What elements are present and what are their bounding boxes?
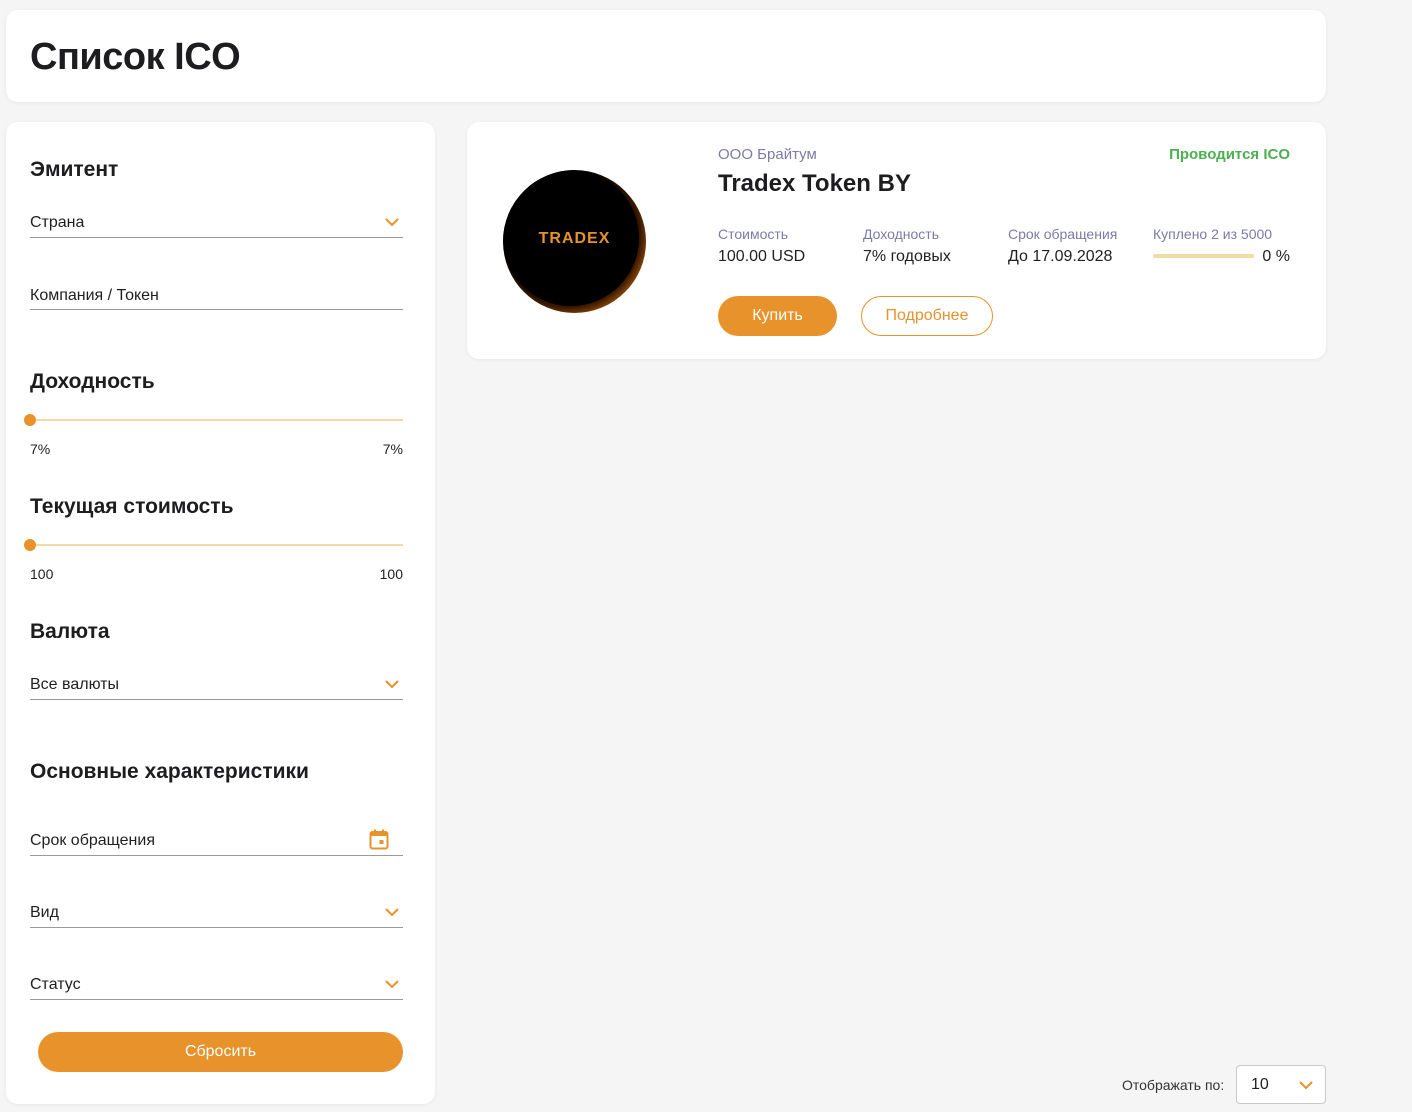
- page-title: Список ICO: [30, 36, 241, 78]
- country-select-label: Страна: [30, 214, 85, 231]
- filter-sidebar: Эмитент Страна Доходность 7% 7% Текущая …: [6, 122, 435, 1104]
- yield-section-title: Доходность: [30, 370, 155, 393]
- purchase-progress-label: Куплено 2 из 5000: [1153, 226, 1273, 242]
- progress-bar: [1153, 254, 1254, 258]
- metric-price-label: Стоимость: [718, 226, 789, 242]
- price-slider-handle[interactable]: [24, 539, 36, 551]
- token-logo: TRADEX: [503, 170, 646, 313]
- type-select-label: Вид: [30, 904, 59, 921]
- yield-slider[interactable]: [24, 413, 403, 427]
- price-slider[interactable]: [24, 538, 403, 552]
- type-select[interactable]: Вид: [30, 892, 403, 928]
- per-page-select[interactable]: 10: [1236, 1065, 1326, 1104]
- metric-price-value: 100.00 USD: [718, 248, 806, 265]
- buy-button[interactable]: Купить: [718, 296, 837, 336]
- yield-max-value: 7%: [382, 441, 403, 457]
- currency-select[interactable]: Все валюты: [30, 664, 403, 700]
- issuer-section-title: Эмитент: [30, 158, 119, 181]
- per-page-label: Отображать по:: [1122, 1077, 1225, 1093]
- term-date-label: Срок обращения: [30, 832, 155, 849]
- yield-slider-handle[interactable]: [24, 414, 36, 426]
- status-select-label: Статус: [30, 976, 81, 993]
- characteristics-section-title: Основные характеристики: [30, 760, 309, 783]
- metric-yield-value: 7% годовых: [863, 248, 951, 265]
- price-slider-track: [30, 544, 403, 546]
- currency-section-title: Валюта: [30, 620, 110, 643]
- currency-select-value: Все валюты: [30, 676, 120, 693]
- calendar-icon[interactable]: [369, 829, 389, 850]
- page-header: Список ICO: [6, 10, 1326, 102]
- price-max-value: 100: [379, 566, 403, 582]
- progress-percent: 0 %: [1262, 248, 1290, 265]
- company-token-field[interactable]: [30, 274, 403, 310]
- token-name: Tradex Token BY: [718, 170, 911, 197]
- token-logo-text: TRADEX: [538, 230, 611, 247]
- purchase-progress: Куплено 2 из 5000 0 %: [1153, 226, 1290, 265]
- term-date-field[interactable]: Срок обращения: [30, 820, 403, 856]
- status-select[interactable]: Статус: [30, 964, 403, 1000]
- metric-term-value: До 17.09.2028: [1008, 248, 1113, 265]
- metric-term: Срок обращения До 17.09.2028: [1008, 226, 1117, 266]
- metric-term-label: Срок обращения: [1008, 226, 1118, 242]
- reset-filters-button[interactable]: Сбросить: [38, 1032, 403, 1072]
- chevron-down-icon: [385, 680, 399, 689]
- company-token-input[interactable]: [30, 287, 403, 305]
- chevron-down-icon: [1299, 1081, 1313, 1090]
- yield-slider-track: [30, 419, 403, 421]
- metric-yield: Доходность 7% годовых: [863, 226, 951, 266]
- status-badge: Проводится ICO: [1169, 146, 1290, 163]
- chevron-down-icon: [385, 980, 399, 989]
- token-card: TRADEX ООО Брайтум Tradex Token BY Прово…: [467, 122, 1326, 359]
- country-select[interactable]: Страна: [30, 202, 403, 238]
- chevron-down-icon: [385, 218, 399, 227]
- yield-min-value: 7%: [30, 441, 51, 457]
- details-button[interactable]: Подробнее: [861, 296, 993, 336]
- metric-price: Стоимость 100.00 USD: [718, 226, 805, 266]
- chevron-down-icon: [385, 908, 399, 917]
- metric-yield-label: Доходность: [863, 226, 939, 242]
- per-page-value: 10: [1251, 1076, 1269, 1093]
- price-min-value: 100: [30, 566, 54, 582]
- token-issuer: ООО Брайтум: [718, 146, 817, 163]
- price-section-title: Текущая стоимость: [30, 495, 234, 518]
